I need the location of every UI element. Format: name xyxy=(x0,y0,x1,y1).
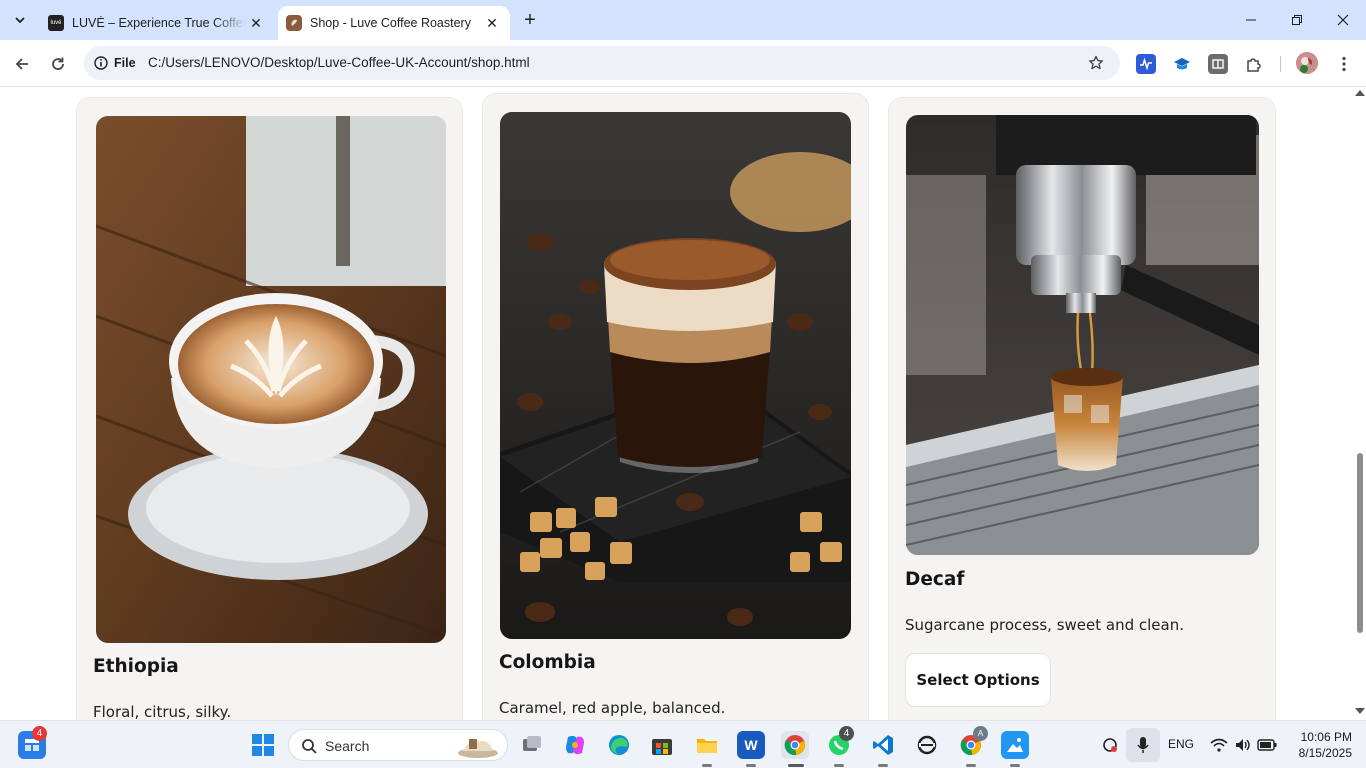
tab-search-button[interactable] xyxy=(6,6,34,34)
app-circle-icon[interactable] xyxy=(913,731,941,759)
whatsapp-badge: 4 xyxy=(839,726,854,741)
coffee-favicon-icon xyxy=(286,15,302,31)
minimize-icon[interactable] xyxy=(1228,0,1274,40)
product-card-decaf: Decaf Sugarcane process, sweet and clean… xyxy=(888,97,1276,720)
running-indicator xyxy=(834,764,844,767)
tab-close-icon[interactable]: ✕ xyxy=(246,13,266,33)
search-highlight-icon xyxy=(458,739,498,758)
product-description: Sugarcane process, sweet and clean. xyxy=(905,616,1184,634)
product-description: Caramel, red apple, balanced. xyxy=(499,699,726,717)
browser-toolbar: File C:/Users/LENOVO/Desktop/Luve-Coffee… xyxy=(0,40,1366,87)
edge-icon[interactable] xyxy=(605,731,633,759)
chevron-down-icon xyxy=(15,17,25,24)
espresso-machine-pour-photo[interactable] xyxy=(906,115,1259,555)
chrome-profile-icon[interactable]: A xyxy=(957,726,988,759)
search-icon xyxy=(302,739,317,754)
address-bar[interactable]: File C:/Users/LENOVO/Desktop/Luve-Coffee… xyxy=(84,46,1120,80)
reload-icon[interactable] xyxy=(44,50,72,78)
product-name[interactable]: Decaf xyxy=(905,569,964,590)
select-options-button[interactable]: Select Options xyxy=(905,653,1051,707)
widgets-icon[interactable]: 4 xyxy=(18,726,47,759)
close-window-icon[interactable] xyxy=(1320,0,1366,40)
tab-title: Shop - Luve Coffee Roastery xyxy=(310,16,471,30)
clock-date: 8/15/2025 xyxy=(1298,746,1352,760)
waveform-extension-icon[interactable] xyxy=(1136,54,1156,74)
back-icon[interactable] xyxy=(8,50,36,78)
vscode-icon[interactable] xyxy=(869,731,897,759)
menu-icon[interactable] xyxy=(1334,54,1354,74)
windows-taskbar: 4 Search W 4 A ENG 10:06 PM 8/15/2025 xyxy=(0,720,1366,768)
task-view-icon[interactable] xyxy=(518,731,546,759)
running-indicator xyxy=(702,764,712,767)
running-indicator xyxy=(746,764,756,767)
running-indicator xyxy=(1010,764,1020,767)
language-indicator[interactable]: ENG xyxy=(1168,737,1194,751)
url-text[interactable]: C:/Users/LENOVO/Desktop/Luve-Coffee-UK-A… xyxy=(148,55,530,70)
new-tab-plus-icon[interactable]: + xyxy=(518,8,542,32)
tray-sync-icon[interactable] xyxy=(1098,731,1122,759)
star-icon[interactable] xyxy=(1086,53,1106,73)
tab-strip: luvé LUVÉ – Experience True Coffee Exper… xyxy=(0,0,1366,40)
microphone-icon[interactable] xyxy=(1126,728,1160,762)
page-content: Ethiopia Floral, citrus, silky. Colombia… xyxy=(0,87,1352,720)
taskbar-search[interactable]: Search xyxy=(288,729,508,761)
scrollbar-thumb[interactable] xyxy=(1357,453,1363,633)
latte-art-cup-photo[interactable] xyxy=(96,116,446,643)
word-icon[interactable]: W xyxy=(737,731,765,759)
profile-avatar[interactable] xyxy=(1296,52,1318,74)
store-icon[interactable] xyxy=(648,731,676,759)
widgets-badge: 4 xyxy=(32,726,47,741)
copilot-icon[interactable] xyxy=(561,731,589,759)
restore-icon[interactable] xyxy=(1274,0,1320,40)
graduation-cap-extension-icon[interactable] xyxy=(1172,54,1192,74)
tb-extension-icon[interactable] xyxy=(1208,54,1228,74)
layered-coffee-glass-photo[interactable] xyxy=(500,112,851,639)
chrome-active-icon[interactable] xyxy=(781,731,809,759)
product-name[interactable]: Colombia xyxy=(499,652,596,673)
tab-title: LUVÉ – Experience True Coffee Experience xyxy=(72,16,246,30)
chrome-profile-badge: A xyxy=(973,726,988,741)
wifi-icon[interactable] xyxy=(1208,731,1230,759)
clock-time: 10:06 PM xyxy=(1300,730,1352,744)
search-label: Search xyxy=(325,738,370,754)
file-explorer-icon[interactable] xyxy=(693,731,721,759)
browser-window-chrome: luvé LUVÉ – Experience True Coffee Exper… xyxy=(0,0,1366,87)
system-clock[interactable]: 10:06 PM 8/15/2025 xyxy=(1282,729,1352,761)
file-scheme-label: File xyxy=(114,56,136,70)
photos-icon[interactable] xyxy=(1001,731,1029,759)
running-indicator xyxy=(878,764,888,767)
page-scrollbar[interactable] xyxy=(1352,87,1366,720)
whatsapp-icon[interactable]: 4 xyxy=(825,726,854,759)
tab-close-icon[interactable]: ✕ xyxy=(482,13,502,33)
product-description: Floral, citrus, silky. xyxy=(93,703,232,720)
toolbar-divider xyxy=(1280,56,1281,72)
tab-shop[interactable]: Shop - Luve Coffee Roastery ✕ xyxy=(278,6,510,40)
battery-icon[interactable] xyxy=(1256,731,1278,759)
active-indicator xyxy=(788,764,804,767)
product-card-colombia: Colombia Caramel, red apple, balanced. xyxy=(482,93,869,720)
product-card-ethiopia: Ethiopia Floral, citrus, silky. xyxy=(76,97,463,720)
info-icon xyxy=(94,56,108,70)
site-info-chip[interactable]: File xyxy=(94,52,136,74)
puzzle-extension-icon[interactable] xyxy=(1244,54,1264,74)
product-name[interactable]: Ethiopia xyxy=(93,656,179,677)
scroll-up-arrow-icon[interactable] xyxy=(1355,90,1365,96)
luve-favicon-icon: luvé xyxy=(48,15,64,31)
tab-luve-home[interactable]: luvé LUVÉ – Experience True Coffee Exper… xyxy=(40,6,274,40)
scroll-down-arrow-icon[interactable] xyxy=(1355,708,1365,714)
running-indicator xyxy=(966,764,976,767)
windows-start-icon[interactable] xyxy=(249,731,277,759)
volume-icon[interactable] xyxy=(1232,731,1254,759)
